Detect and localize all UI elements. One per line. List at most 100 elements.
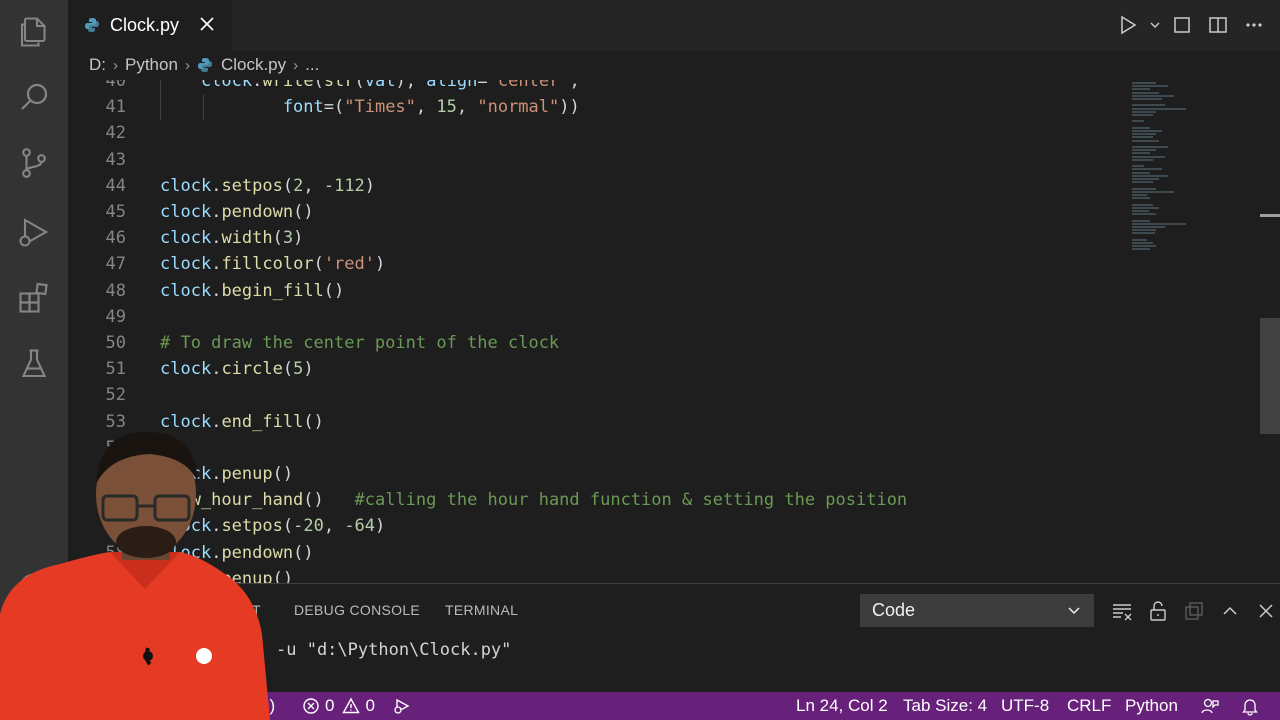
open-in-editor-button[interactable]	[1176, 594, 1212, 627]
code-token: 5	[293, 359, 304, 380]
copy-icon	[1185, 601, 1203, 620]
problems-indicator[interactable]: 0 0	[302, 692, 375, 720]
chevron-right-icon: ›	[184, 56, 190, 74]
minimap-line	[1132, 229, 1156, 232]
minimap-line	[1132, 197, 1150, 200]
language-mode[interactable]: Python	[1125, 692, 1178, 720]
output-channel-value: Code	[872, 600, 916, 620]
breadcrumb-folder[interactable]: Python	[125, 55, 178, 75]
close-panel-button[interactable]	[1248, 594, 1280, 627]
minimap-line	[1132, 171, 1150, 174]
code-token: =	[477, 80, 488, 91]
code-token: clock	[160, 175, 212, 196]
code-token: (	[282, 359, 294, 380]
end-of-line[interactable]: CRLF	[1067, 692, 1111, 720]
tab-label: Clock.py	[110, 14, 180, 35]
code-token: "center"	[487, 80, 570, 91]
code-line[interactable]: 51 clock.circle(5)	[68, 356, 1128, 382]
source-control-icon[interactable]	[14, 143, 54, 183]
minimap-line	[1132, 222, 1186, 225]
line-number: 47	[105, 254, 126, 275]
code-token: (	[272, 228, 283, 249]
chevron-right-icon: ›	[293, 56, 299, 74]
minimap-line	[1132, 174, 1168, 177]
code-line[interactable]: 41 font=("Times", 15, "normal"))	[68, 94, 1128, 121]
minimap-line	[1132, 110, 1156, 113]
code-line[interactable]: 45 clock.pendown()	[68, 199, 1128, 225]
breadcrumb-more[interactable]: ...	[305, 55, 319, 75]
code-token: .	[211, 359, 222, 380]
line-number: 50	[105, 333, 126, 353]
code-line[interactable]: 47 clock.fillcolor('red')	[68, 251, 1128, 277]
notifications-button[interactable]	[1240, 692, 1265, 720]
run-dropdown[interactable]	[1146, 7, 1164, 43]
feedback-button[interactable]	[1200, 692, 1225, 720]
testing-icon[interactable]	[14, 344, 54, 384]
run-button[interactable]	[1110, 7, 1146, 43]
editor-actions	[1110, 0, 1280, 50]
live-share-button[interactable]	[392, 692, 417, 720]
minimap-line	[1132, 232, 1155, 235]
lock-scroll-button[interactable]	[1140, 594, 1176, 627]
code-token: .	[252, 80, 263, 91]
code-text: clock.pendown()	[160, 199, 314, 225]
code-text: font=("Times", 15, "normal"))	[160, 94, 580, 120]
minimap-line	[1132, 91, 1159, 94]
run-debug-icon[interactable]	[14, 212, 54, 252]
code-token: ,	[323, 516, 345, 537]
code-line[interactable]: 46 clock.width(3)	[68, 225, 1128, 251]
file-encoding[interactable]: UTF-8	[1001, 692, 1049, 720]
close-icon[interactable]	[196, 13, 218, 35]
code-line[interactable]: 50 # To draw the center point of the cloc…	[68, 330, 1128, 356]
code-token: #calling the hour hand function & settin…	[354, 490, 908, 511]
code-token: ,	[569, 80, 580, 91]
tab-debug-console[interactable]: DEBUG CONSOLE	[294, 602, 420, 618]
code-line[interactable]: 49	[68, 304, 1128, 330]
code-token: width	[221, 228, 273, 249]
tab-size[interactable]: Tab Size: 4	[903, 692, 987, 720]
code-line[interactable]: 48 clock.begin_fill()	[68, 278, 1128, 304]
code-token: pendown	[221, 202, 294, 222]
open-preview-button[interactable]	[1164, 7, 1200, 43]
panel-actions	[1104, 594, 1280, 627]
code-token: .	[211, 280, 222, 301]
chevron-right-icon: ›	[113, 56, 118, 74]
clear-output-button[interactable]	[1104, 594, 1140, 627]
tab-terminal[interactable]: TERMINAL	[445, 602, 518, 618]
warning-count: 0	[365, 696, 375, 715]
breadcrumb-drive[interactable]: D:	[89, 55, 106, 75]
breadcrumb-file[interactable]: Clock.py	[221, 55, 286, 75]
more-actions-button[interactable]	[1236, 7, 1272, 43]
code-line[interactable]: 52	[68, 382, 1128, 408]
code-token: font	[160, 97, 324, 118]
presenter-video-overlay	[0, 431, 270, 720]
output-text: -u "d:\Python\Clock.py"	[276, 640, 512, 660]
code-line[interactable]: 44 clock.setpos(2, -112)	[68, 173, 1128, 199]
minimap-line	[1132, 104, 1165, 107]
editor-scrollbar-thumb[interactable]	[1260, 318, 1280, 434]
close-icon	[1259, 603, 1273, 618]
search-icon[interactable]	[14, 77, 54, 117]
split-editor-button[interactable]	[1200, 7, 1236, 43]
minimap-line	[1132, 165, 1144, 168]
code-line[interactable]: 40 clock.write(str(val), align="center",	[68, 80, 1128, 94]
minimap[interactable]	[1132, 80, 1260, 583]
minimap-line	[1132, 107, 1186, 110]
minimap-line	[1132, 219, 1150, 222]
code-line[interactable]: 43	[68, 147, 1128, 173]
code-token: clock	[160, 280, 212, 301]
debug-run-icon	[394, 698, 410, 714]
cursor-position[interactable]: Ln 24, Col 2	[796, 692, 888, 720]
tab-clock-py[interactable]: Clock.py	[68, 0, 232, 50]
extensions-icon[interactable]	[14, 278, 54, 318]
minimap-line	[1132, 248, 1150, 251]
code-token: (	[282, 175, 294, 196]
minimap-line	[1132, 94, 1174, 97]
output-channel-select[interactable]: Code	[860, 594, 1094, 627]
explorer-icon[interactable]	[14, 12, 54, 52]
code-line[interactable]: 42	[68, 120, 1128, 146]
maximize-panel-button[interactable]	[1212, 594, 1248, 627]
line-number: 51	[105, 359, 126, 380]
minimap-line	[1132, 226, 1165, 228]
minimap-line	[1132, 242, 1153, 244]
